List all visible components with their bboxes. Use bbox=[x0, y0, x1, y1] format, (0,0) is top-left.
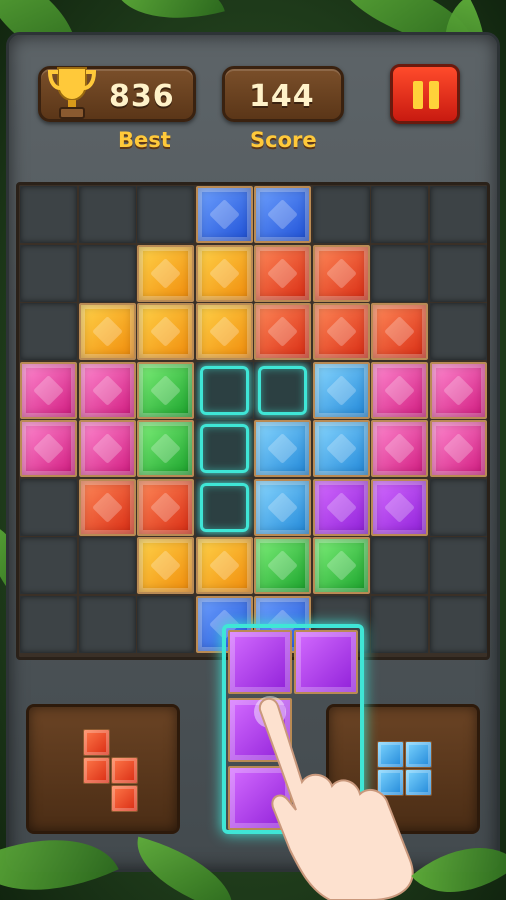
target-slot-highlight[interactable] bbox=[199, 424, 249, 473]
gem-block-red bbox=[137, 478, 194, 536]
pause-button[interactable] bbox=[390, 64, 460, 124]
gem-block-green bbox=[137, 420, 194, 477]
target-slot-highlight[interactable] bbox=[199, 365, 249, 415]
score-plaque: 144 bbox=[222, 66, 344, 122]
board-cell[interactable] bbox=[20, 478, 77, 536]
game-board[interactable] bbox=[16, 182, 490, 660]
gem-block-orange bbox=[137, 537, 194, 594]
gem-block-cyan bbox=[312, 420, 370, 477]
trophy-icon bbox=[47, 67, 97, 119]
board-cell[interactable] bbox=[429, 303, 487, 360]
gem-block-purple bbox=[312, 478, 370, 536]
gem-block-cyan bbox=[312, 361, 370, 419]
board-cell[interactable] bbox=[20, 186, 77, 243]
gem-block-red bbox=[254, 244, 311, 302]
gem-block-red bbox=[371, 303, 428, 360]
board-cell[interactable] bbox=[312, 186, 370, 243]
board-cell[interactable] bbox=[137, 186, 194, 243]
piece-block bbox=[294, 630, 358, 694]
gem-block-cyan bbox=[254, 478, 311, 536]
board-cell[interactable] bbox=[429, 186, 487, 243]
board-cell[interactable] bbox=[429, 595, 487, 653]
board-cell[interactable] bbox=[20, 244, 77, 302]
best-score-value: 836 bbox=[109, 79, 175, 114]
board-cell[interactable] bbox=[78, 244, 136, 302]
gem-block-cyan bbox=[254, 420, 311, 477]
gem-block-orange bbox=[195, 537, 253, 594]
gem-block-orange bbox=[195, 244, 253, 302]
board-cell[interactable] bbox=[78, 537, 136, 594]
piece-block bbox=[111, 757, 138, 784]
piece-block bbox=[228, 630, 292, 694]
gem-block-pink bbox=[20, 420, 77, 477]
gem-block-pink bbox=[429, 420, 487, 477]
board-cell[interactable] bbox=[429, 478, 487, 536]
gem-block-purple bbox=[371, 478, 428, 536]
piece-block bbox=[111, 785, 138, 812]
gem-block-red bbox=[254, 303, 311, 360]
gem-block-green bbox=[137, 361, 194, 419]
gem-block-pink bbox=[371, 420, 428, 477]
board-cell[interactable] bbox=[20, 595, 77, 653]
board-cell[interactable] bbox=[371, 244, 428, 302]
pointing-hand-icon bbox=[254, 696, 414, 900]
gem-block-red bbox=[78, 478, 136, 536]
board-cell[interactable] bbox=[371, 537, 428, 594]
current-score-value: 144 bbox=[249, 79, 315, 114]
gem-block-blue bbox=[254, 186, 311, 243]
gem-block-pink bbox=[429, 361, 487, 419]
gem-block-pink bbox=[78, 361, 136, 419]
best-label: Best bbox=[118, 128, 171, 152]
piece-tray-left[interactable] bbox=[26, 704, 180, 834]
target-slot-highlight[interactable] bbox=[199, 482, 249, 532]
gem-block-orange bbox=[195, 303, 253, 360]
board-cell[interactable] bbox=[20, 537, 77, 594]
piece-block bbox=[83, 757, 110, 784]
gem-block-red bbox=[312, 244, 370, 302]
board-cell[interactable] bbox=[371, 186, 428, 243]
gem-block-pink bbox=[78, 420, 136, 477]
gem-block-blue bbox=[195, 186, 253, 243]
board-cell[interactable] bbox=[20, 303, 77, 360]
board-cell[interactable] bbox=[371, 595, 428, 653]
board-cell[interactable] bbox=[429, 537, 487, 594]
gem-block-green bbox=[312, 537, 370, 594]
gem-block-orange bbox=[78, 303, 136, 360]
gem-block-orange bbox=[137, 244, 194, 302]
pause-icon bbox=[429, 81, 439, 109]
target-slot-highlight[interactable] bbox=[258, 365, 307, 415]
gem-block-orange bbox=[137, 303, 194, 360]
board-cell[interactable] bbox=[429, 244, 487, 302]
piece-block bbox=[83, 729, 110, 756]
pause-icon bbox=[413, 81, 423, 109]
gem-block-red bbox=[312, 303, 370, 360]
gem-block-green bbox=[254, 537, 311, 594]
board-cell[interactable] bbox=[78, 186, 136, 243]
gem-block-pink bbox=[371, 361, 428, 419]
score-label: Score bbox=[250, 128, 317, 152]
gem-block-pink bbox=[20, 361, 77, 419]
board-cell[interactable] bbox=[137, 595, 194, 653]
board-cell[interactable] bbox=[78, 595, 136, 653]
